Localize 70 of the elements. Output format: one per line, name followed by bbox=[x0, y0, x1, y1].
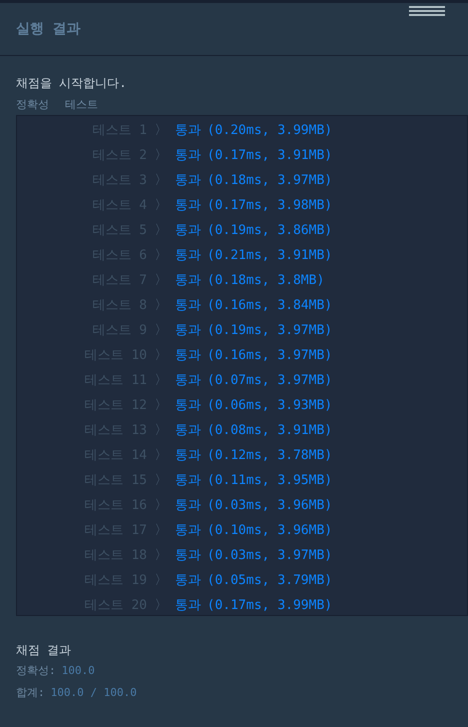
result-status: 통과 bbox=[175, 172, 201, 190]
result-status: 통과 bbox=[175, 372, 201, 390]
chevron-separator: 〉 bbox=[154, 146, 168, 165]
result-detail: (0.17ms, 3.91MB) bbox=[207, 146, 332, 165]
result-status: 통과 bbox=[175, 196, 201, 215]
result-detail: (0.16ms, 3.84MB) bbox=[207, 296, 332, 315]
result-detail: (0.12ms, 3.78MB) bbox=[207, 446, 332, 465]
result-status: 통과 bbox=[175, 396, 201, 415]
result-detail: (0.17ms, 3.98MB) bbox=[207, 196, 332, 215]
result-status: 통과 bbox=[175, 546, 201, 565]
summary-title: 채점 결과 bbox=[16, 642, 72, 659]
result-detail: (0.11ms, 3.95MB) bbox=[207, 472, 332, 490]
result-status: 통과 bbox=[175, 222, 201, 240]
result-detail: (0.06ms, 3.93MB) bbox=[207, 396, 332, 415]
column-label: 테스트 bbox=[65, 97, 98, 113]
chevron-separator: 〉 bbox=[154, 396, 168, 415]
result-detail: (0.03ms, 3.96MB) bbox=[207, 496, 332, 515]
result-status: 통과 bbox=[175, 322, 201, 340]
result-status: 통과 bbox=[175, 296, 201, 315]
chevron-separator: 〉 bbox=[154, 572, 168, 590]
result-detail: (0.05ms, 3.79MB) bbox=[207, 572, 332, 590]
result-status: 통과 bbox=[175, 422, 201, 440]
result-detail: (0.03ms, 3.97MB) bbox=[207, 546, 332, 565]
result-detail: (0.21ms, 3.91MB) bbox=[207, 246, 332, 265]
result-detail: (0.20ms, 3.99MB) bbox=[207, 122, 332, 140]
chevron-separator: 〉 bbox=[154, 272, 168, 290]
chevron-separator: 〉 bbox=[154, 346, 168, 365]
chevron-separator: 〉 bbox=[154, 122, 168, 140]
result-status: 통과 bbox=[175, 446, 201, 465]
result-detail: (0.16ms, 3.97MB) bbox=[207, 346, 332, 365]
chevron-separator: 〉 bbox=[154, 222, 168, 240]
chevron-separator: 〉 bbox=[154, 246, 168, 265]
chevron-separator: 〉 bbox=[154, 446, 168, 465]
result-detail: (0.19ms, 3.86MB) bbox=[207, 222, 332, 240]
chevron-separator: 〉 bbox=[154, 296, 168, 315]
chevron-separator: 〉 bbox=[154, 322, 168, 340]
result-detail: (0.18ms, 3.97MB) bbox=[207, 172, 332, 190]
panel-title: 실행 결과 bbox=[16, 20, 80, 38]
chevron-separator: 〉 bbox=[154, 472, 168, 490]
summary-label: 정확성: bbox=[16, 663, 56, 679]
chevron-separator: 〉 bbox=[154, 496, 168, 515]
result-status: 통과 bbox=[175, 522, 201, 540]
result-detail: (0.18ms, 3.8MB) bbox=[207, 272, 324, 290]
chevron-separator: 〉 bbox=[154, 546, 168, 565]
result-detail: (0.07ms, 3.97MB) bbox=[207, 372, 332, 390]
result-status: 통과 bbox=[175, 472, 201, 490]
chevron-separator: 〉 bbox=[154, 596, 168, 615]
result-detail: (0.08ms, 3.91MB) bbox=[207, 422, 332, 440]
result-status: 통과 bbox=[175, 146, 201, 165]
summary-label: 합계: bbox=[16, 685, 45, 701]
result-detail: (0.10ms, 3.96MB) bbox=[207, 522, 332, 540]
resize-handle-icon[interactable] bbox=[409, 6, 445, 16]
status-message: 채점을 시작합니다. bbox=[16, 75, 126, 92]
result-status: 통과 bbox=[175, 496, 201, 515]
column-label: 정확성 bbox=[16, 97, 49, 113]
result-status: 통과 bbox=[175, 346, 201, 365]
result-detail: (0.17ms, 3.99MB) bbox=[207, 596, 332, 615]
chevron-separator: 〉 bbox=[154, 422, 168, 440]
result-status: 통과 bbox=[175, 272, 201, 290]
result-status: 통과 bbox=[175, 246, 201, 265]
result-detail: (0.19ms, 3.97MB) bbox=[207, 322, 332, 340]
chevron-separator: 〉 bbox=[154, 372, 168, 390]
chevron-separator: 〉 bbox=[154, 196, 168, 215]
result-status: 통과 bbox=[175, 596, 201, 615]
chevron-separator: 〉 bbox=[154, 522, 168, 540]
result-status: 통과 bbox=[175, 572, 201, 590]
summary-value: 100.0 / 100.0 bbox=[50, 685, 137, 701]
result-status: 통과 bbox=[175, 122, 201, 140]
chevron-separator: 〉 bbox=[154, 172, 168, 190]
summary-value: 100.0 bbox=[62, 663, 95, 679]
